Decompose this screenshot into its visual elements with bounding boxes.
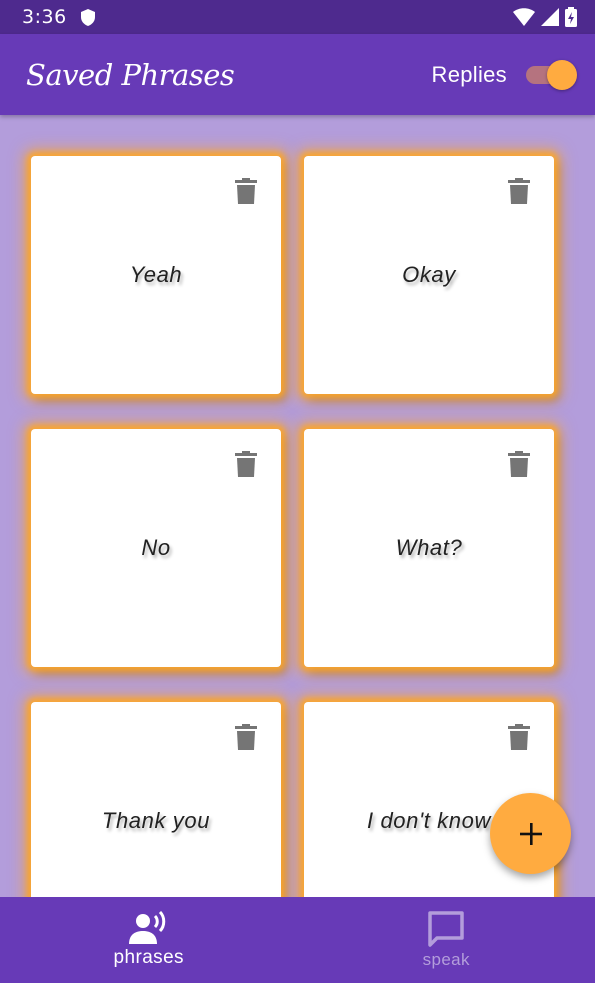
delete-icon[interactable]: [508, 178, 530, 204]
chat-bubble-icon: [428, 911, 464, 947]
replies-toggle-group: Replies: [432, 59, 579, 91]
nav-phrases-label: phrases: [113, 947, 184, 968]
phrase-card[interactable]: Okay: [304, 156, 554, 394]
delete-icon[interactable]: [235, 724, 257, 750]
phrase-card[interactable]: No: [31, 429, 281, 667]
phrase-card[interactable]: Thank you: [31, 702, 281, 897]
status-bar: 3:36: [0, 0, 595, 34]
shield-icon: [80, 8, 95, 26]
delete-icon[interactable]: [235, 451, 257, 477]
phrase-card[interactable]: What?: [304, 429, 554, 667]
phrase-grid: Yeah Okay No What? Thank you I don't kno…: [0, 115, 595, 897]
page-title: Saved Phrases: [26, 57, 235, 92]
delete-icon[interactable]: [508, 724, 530, 750]
replies-switch[interactable]: [525, 59, 579, 91]
nav-speak[interactable]: speak: [298, 897, 595, 983]
delete-icon[interactable]: [508, 451, 530, 477]
add-phrase-button[interactable]: [490, 793, 571, 874]
status-icons: [513, 7, 577, 27]
app-bar: Saved Phrases Replies: [0, 34, 595, 115]
record-voice-icon: [128, 911, 165, 944]
delete-icon[interactable]: [235, 178, 257, 204]
nav-phrases[interactable]: phrases: [0, 897, 298, 983]
plus-icon: [519, 822, 542, 845]
wifi-icon: [513, 8, 535, 26]
cell-signal-icon: [541, 8, 559, 26]
switch-thumb: [547, 59, 577, 90]
nav-speak-label: speak: [422, 950, 470, 969]
replies-label: Replies: [431, 61, 507, 87]
bottom-nav: phrases speak: [0, 897, 595, 983]
phrase-card[interactable]: Yeah: [31, 156, 281, 394]
battery-icon: [565, 7, 577, 27]
status-time: 3:36: [22, 6, 67, 28]
